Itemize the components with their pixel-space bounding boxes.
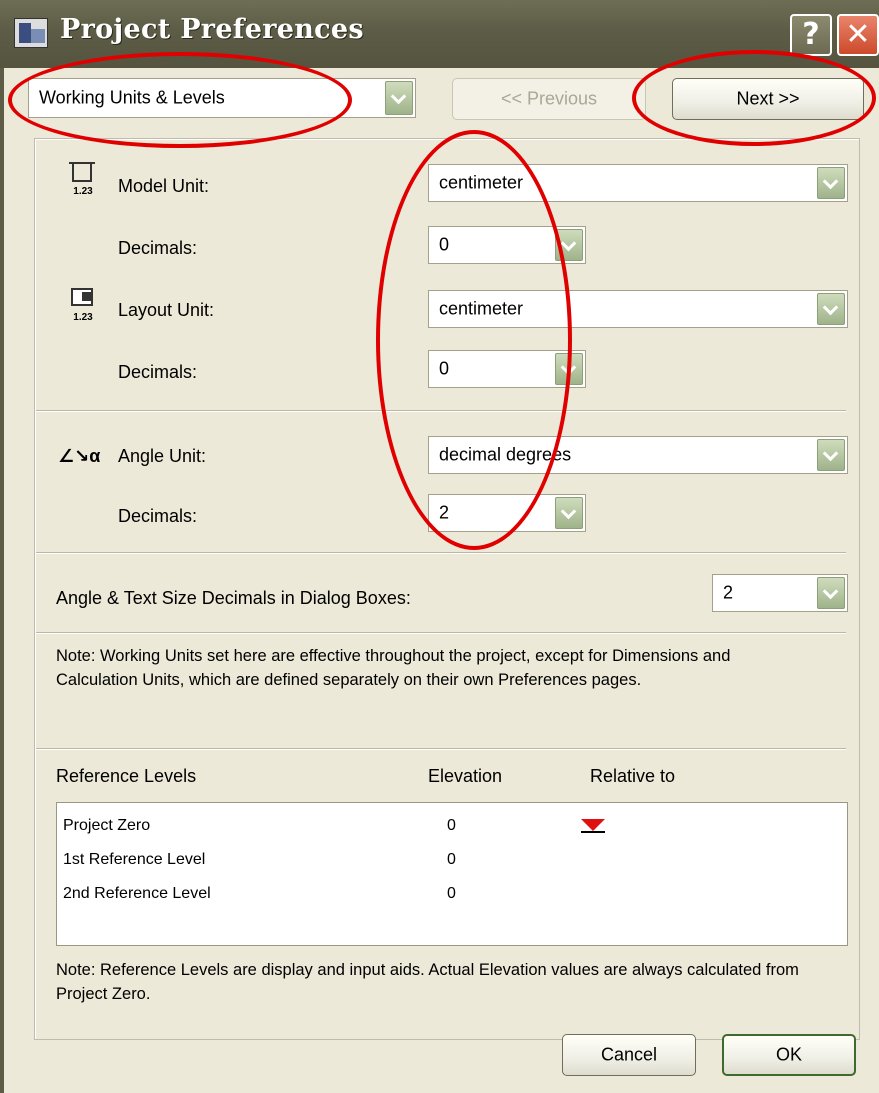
model-unit-value: centimeter xyxy=(439,172,524,193)
chevron-down-icon[interactable] xyxy=(555,229,583,261)
next-button[interactable]: Next >> xyxy=(672,78,864,120)
angle-unit-select[interactable]: decimal degrees xyxy=(428,436,848,474)
layout-unit-icon: 1.23 xyxy=(64,288,102,332)
model-unit-icon: 1.23 xyxy=(64,162,102,206)
model-unit-select[interactable]: centimeter xyxy=(428,164,848,202)
level-elevation[interactable]: 0 xyxy=(447,885,456,903)
levels-header-relative: Relative to xyxy=(590,766,676,786)
divider xyxy=(36,748,846,750)
model-decimals-label: Decimals: xyxy=(118,238,198,258)
project-zero-marker-icon xyxy=(581,819,605,831)
level-elevation[interactable]: 0 xyxy=(447,817,456,835)
chevron-down-icon[interactable] xyxy=(817,439,845,471)
page-select-value: Working Units & Levels xyxy=(39,87,225,108)
angle-unit-label: Angle Unit: xyxy=(118,446,207,466)
chevron-down-icon[interactable] xyxy=(817,293,845,325)
window-title: Project Preferences xyxy=(60,14,364,45)
layout-unit-label: Layout Unit: xyxy=(118,300,215,320)
angle-unit-icon: ∠↘α xyxy=(58,446,101,466)
layout-unit-value: centimeter xyxy=(439,298,524,319)
angle-decimals-label: Decimals: xyxy=(118,506,198,526)
layout-unit-select[interactable]: centimeter xyxy=(428,290,848,328)
level-name[interactable]: 1st Reference Level xyxy=(63,851,205,869)
units-note: Note: Working Units set here are effecti… xyxy=(56,647,731,689)
model-decimals-select[interactable]: 0 xyxy=(428,226,586,264)
layout-decimals-label: Decimals: xyxy=(118,362,198,382)
level-elevation[interactable]: 0 xyxy=(447,851,456,869)
marker-base-line xyxy=(581,831,605,833)
chevron-down-icon[interactable] xyxy=(385,81,413,115)
chevron-down-icon[interactable] xyxy=(817,167,845,199)
title-bar: Project Preferences ? ✕ xyxy=(0,0,879,68)
levels-header-elevation: Elevation xyxy=(428,766,503,786)
angle-unit-value: decimal degrees xyxy=(439,444,572,465)
page-select[interactable]: Working Units & Levels xyxy=(28,78,416,118)
reference-levels-list[interactable]: Project Zero 0 1st Reference Level 0 2nd… xyxy=(56,802,848,946)
chevron-down-icon[interactable] xyxy=(555,497,583,529)
close-button[interactable]: ✕ xyxy=(837,14,879,56)
dialog-decimals-select[interactable]: 2 xyxy=(712,574,848,612)
levels-note: Note: Reference Levels are display and i… xyxy=(56,961,799,1003)
model-decimals-value: 0 xyxy=(439,234,450,255)
level-name[interactable]: Project Zero xyxy=(63,817,150,835)
app-icon xyxy=(14,18,48,48)
divider xyxy=(36,410,846,412)
window-border-left xyxy=(0,68,4,1093)
model-unit-label: Model Unit: xyxy=(118,176,210,196)
layout-decimals-value: 0 xyxy=(439,358,450,379)
chevron-down-icon[interactable] xyxy=(817,577,845,609)
cancel-button[interactable]: Cancel xyxy=(562,1034,696,1076)
dialog-decimals-label: Angle & Text Size Decimals in Dialog Box… xyxy=(56,588,411,608)
level-name[interactable]: 2nd Reference Level xyxy=(63,885,211,903)
dialog-decimals-value: 2 xyxy=(723,582,734,603)
previous-button[interactable]: << Previous xyxy=(452,78,646,120)
levels-header-name: Reference Levels xyxy=(56,766,197,786)
layout-decimals-select[interactable]: 0 xyxy=(428,350,586,388)
angle-decimals-select[interactable]: 2 xyxy=(428,494,586,532)
divider xyxy=(36,632,846,634)
divider xyxy=(36,552,846,554)
help-button[interactable]: ? xyxy=(790,14,832,56)
ok-button[interactable]: OK xyxy=(722,1034,856,1076)
chevron-down-icon[interactable] xyxy=(555,353,583,385)
angle-decimals-value: 2 xyxy=(439,502,450,523)
